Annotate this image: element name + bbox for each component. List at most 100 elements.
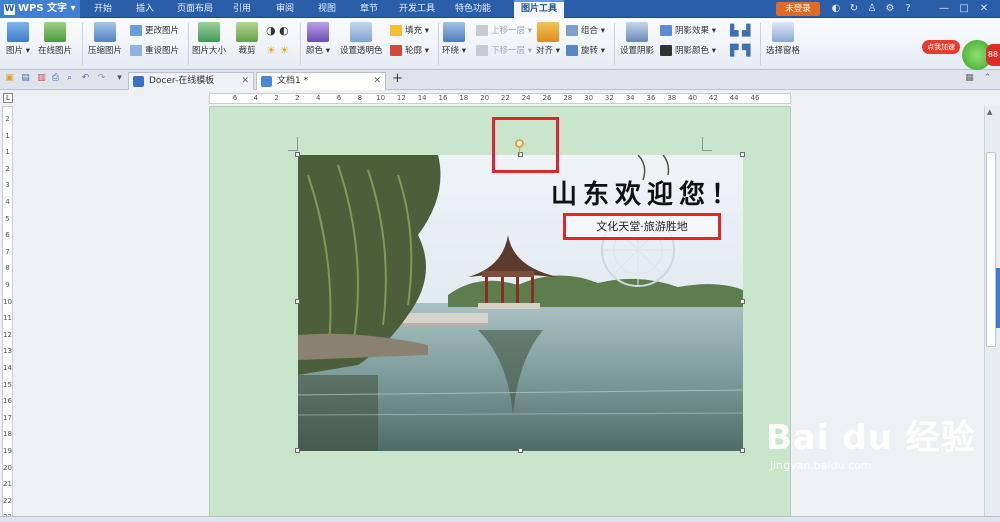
reset-picture-button[interactable]: 重设图片 [130,44,179,58]
tab-references[interactable]: 引用 [225,0,259,18]
tab-view[interactable]: 视图 [310,0,344,18]
tab-home[interactable]: 开始 [86,0,120,18]
shadow-nudge-up-buttons[interactable]: ▙ ▟ [730,24,750,38]
promo-badge[interactable]: 点我加速 [922,40,960,54]
tab-list-icon[interactable]: ▦ [964,73,975,84]
ruler-tick-label: 2 [5,115,10,123]
collapse-ribbon-icon[interactable]: ⌃ [982,73,993,84]
send-backward-button[interactable]: 下移一层 ▾ [476,44,532,58]
login-button[interactable]: 未登录 [776,2,820,16]
margin-corner [702,137,712,151]
save-icon[interactable]: ▤ [20,73,31,84]
close-tab-icon[interactable]: ✕ [241,73,249,89]
rotate-button[interactable]: 旋转 ▾ [566,44,605,58]
scrollbar-thumb[interactable] [986,152,996,347]
shadow-color-button[interactable]: 阴影颜色 ▾ [660,44,716,58]
settings-icon[interactable]: ⚙ [884,3,896,15]
minimize-icon[interactable]: — [938,3,950,15]
tab-page-layout[interactable]: 页面布局 [170,0,220,18]
watermark-url: jingyan.baidu.com [770,459,872,472]
tab-insert[interactable]: 插入 [128,0,162,18]
resize-handle-bottom-right[interactable] [740,448,745,453]
export-pdf-icon[interactable]: ▥ [36,73,47,84]
print-preview-icon[interactable]: ⌕ [64,73,75,84]
shadow-nudge-down-buttons[interactable]: ▛ ▜ [730,44,750,58]
ruler-tick-label: 36 [646,94,656,102]
side-panel-toggle[interactable] [996,268,1000,328]
app-name: WPS 文字 [18,3,68,14]
shadow-effect-button[interactable]: 阴影效果 ▾ [660,24,716,38]
refresh-icon[interactable]: ↻ [848,3,860,15]
fill-button[interactable]: 填充 ▾ [390,24,429,38]
tab-review[interactable]: 审阅 [268,0,302,18]
ruler-tick-label: 22 [3,496,12,505]
scroll-up-icon[interactable]: ▲ [987,108,992,116]
customize-toolbar-icon[interactable]: ▾ [114,73,125,84]
undo-icon[interactable]: ↶ [80,73,91,84]
wps-logo-menu[interactable]: W WPS 文字 ▾ [0,0,80,18]
skin-icon[interactable]: ◐ [830,3,842,15]
shadow-icon [626,22,648,42]
ruler-tick-label: 11 [3,314,12,323]
crop-button[interactable]: 裁剪 [236,22,258,56]
resize-handle-bottom[interactable] [518,448,523,453]
open-icon[interactable]: ▣ [4,73,15,84]
brightness-buttons[interactable]: ☀ ☀ [266,44,289,58]
ruler-tick-label: 40 [688,94,698,102]
maximize-icon[interactable]: □ [958,3,970,15]
new-tab-button[interactable]: + [392,71,403,86]
redo-icon[interactable]: ↷ [96,73,107,84]
color-button[interactable]: 颜色 ▾ [306,22,330,56]
group-button[interactable]: 组合 ▾ [566,24,605,38]
resize-handle-left[interactable] [295,299,300,304]
fill-icon [390,25,402,36]
tab-stop-selector[interactable]: L [3,93,13,103]
close-icon[interactable]: ✕ [978,3,990,15]
shirt-icon[interactable]: ♙ [866,3,878,15]
align-button[interactable]: 对齐 ▾ [536,22,560,56]
ruler-tick-label: 9 [5,281,10,289]
vertical-ruler[interactable]: 211234567891011121314151617181920212223 [2,106,13,522]
set-shadow-button[interactable]: 设置阴影 [620,22,654,56]
ruler-tick-label: 42 [708,94,718,102]
compress-picture-button[interactable]: 压缩图片 [88,22,122,56]
selection-pane-button[interactable]: 选择窗格 [766,22,800,56]
ruler-tick-label: 8 [357,94,363,102]
wps-logo-icon: W [4,4,15,15]
bring-forward-icon [476,25,488,36]
wrap-button[interactable]: 环绕 ▾ [442,22,466,56]
tab-picture-tools[interactable]: 图片工具 [514,0,564,18]
ruler-tick-label: 8 [5,264,10,273]
resize-handle-bottom-left[interactable] [295,448,300,453]
print-icon[interactable]: ⎙ [50,73,61,84]
rotate-icon [566,45,578,56]
tab-section[interactable]: 章节 [352,0,386,18]
online-picture-button[interactable]: 在线图片 [38,22,72,56]
docer-icon [133,76,144,87]
transparent-icon [350,22,373,42]
horizontal-ruler[interactable]: 6 4 2 2 4 6 8 10 12 14 16 18 20 22 24 26 28 30 32 34 36 38 40 4… [209,93,791,104]
ruler-tick-label: 12 [3,330,12,339]
promo-number[interactable]: 88 [986,44,1000,66]
set-transparent-button[interactable]: 设置透明色 [340,22,383,56]
resize-handle-top-right[interactable] [740,152,745,157]
ruler-tick-label: 10 [3,297,12,306]
resize-handle-top-left[interactable] [295,152,300,157]
close-tab-icon[interactable]: ✕ [373,73,381,89]
tab-developer[interactable]: 开发工具 [392,0,442,18]
help-icon[interactable]: ? [902,3,914,15]
ruler-tick-label: 3 [5,181,10,190]
bring-forward-button[interactable]: 上移一层 ▾ [476,24,532,38]
picture-button[interactable]: 图片 ▾ [6,22,30,56]
tab-features[interactable]: 特色功能 [448,0,498,18]
ribbon-separator [438,23,439,65]
change-picture-button[interactable]: 更改图片 [130,24,179,38]
outline-button[interactable]: 轮廓 ▾ [390,44,429,58]
doc-tab-docer[interactable]: Docer-在线模板 ✕ [128,72,254,90]
contrast-buttons[interactable]: ◑ ◐ [266,24,289,38]
doc-tab-document1[interactable]: 文档1 * ✕ [256,72,386,90]
ruler-tick-label: 19 [3,447,12,455]
resize-handle-right[interactable] [740,299,745,304]
ribbon-separator [300,23,301,65]
picture-size-button[interactable]: 图片大小 [192,22,226,56]
